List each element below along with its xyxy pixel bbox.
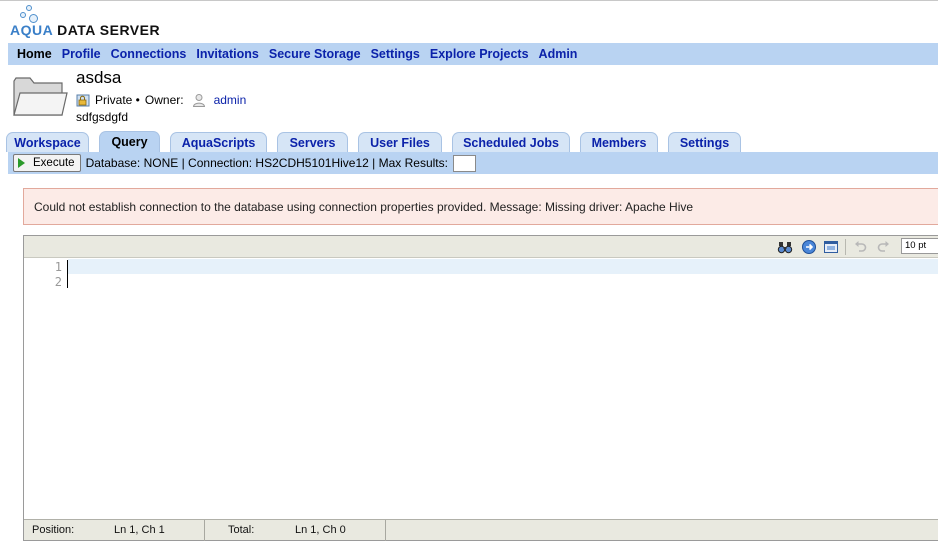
- private-lock-icon: [76, 94, 90, 107]
- nav-settings[interactable]: Settings: [366, 47, 425, 61]
- active-line-highlight: [68, 259, 938, 274]
- nav-profile[interactable]: Profile: [57, 47, 106, 61]
- play-icon: [18, 158, 25, 168]
- project-meta: Private • Owner: admin: [76, 93, 246, 107]
- nav-connections[interactable]: Connections: [106, 47, 192, 61]
- user-icon: [192, 94, 205, 107]
- font-size-select[interactable]: 10 pt: [901, 238, 938, 254]
- execute-label: Execute: [33, 157, 75, 169]
- tab-query[interactable]: Query: [99, 131, 160, 152]
- max-results-input[interactable]: [452, 154, 476, 172]
- page: AQUA DATA SERVER Home Profile Connection…: [0, 0, 938, 558]
- editor-toolbar: 10 pt: [24, 236, 938, 258]
- nav-secure-storage[interactable]: Secure Storage: [264, 47, 366, 61]
- fullscreen-icon[interactable]: [823, 239, 839, 255]
- owner-label: Owner:: [144, 93, 184, 107]
- execute-button[interactable]: Execute: [13, 154, 81, 172]
- goto-icon[interactable]: [801, 239, 817, 255]
- aqua-logo[interactable]: AQUA DATA SERVER: [10, 5, 180, 38]
- query-toolbar: Execute Database: NONE | Connection: HS2…: [8, 152, 938, 174]
- query-info: Database: NONE | Connection: HS2CDH5101H…: [85, 156, 448, 170]
- toolbar-separator: [845, 239, 846, 255]
- sql-editor[interactable]: 10 pt 1 2 Position: Ln 1, Ch 1 Total: Ln…: [23, 235, 938, 541]
- tab-scheduled-jobs[interactable]: Scheduled Jobs: [452, 132, 570, 152]
- project-title: asdsa: [76, 68, 122, 87]
- project-tabs: Workspace Query AquaScripts Servers User…: [6, 131, 751, 152]
- folder-icon: [13, 77, 68, 116]
- nav-home[interactable]: Home: [12, 47, 57, 61]
- redo-icon[interactable]: [876, 239, 892, 255]
- line-number: 2: [54, 275, 62, 289]
- undo-icon[interactable]: [852, 239, 868, 255]
- nav-admin[interactable]: Admin: [534, 47, 583, 61]
- total-value: Ln 1, Ch 0: [295, 524, 346, 536]
- tab-servers[interactable]: Servers: [277, 132, 348, 152]
- tab-members[interactable]: Members: [580, 132, 658, 152]
- text-caret: [67, 260, 68, 288]
- visibility-label: Private •: [95, 93, 140, 107]
- tab-workspace[interactable]: Workspace: [6, 132, 89, 152]
- tab-settings[interactable]: Settings: [668, 132, 741, 152]
- error-message: Could not establish connection to the da…: [23, 188, 938, 225]
- main-nav: Home Profile Connections Invitations Sec…: [8, 43, 938, 65]
- line-number-gutter: 1 2: [24, 259, 68, 521]
- tab-aquascripts[interactable]: AquaScripts: [170, 132, 267, 152]
- nav-explore-projects[interactable]: Explore Projects: [425, 47, 534, 61]
- position-label: Position:: [32, 524, 75, 536]
- project-description: sdfgsdgfd: [76, 110, 129, 124]
- status-separator: [385, 520, 386, 541]
- line-number: 1: [54, 260, 62, 274]
- position-value: Ln 1, Ch 1: [114, 524, 165, 536]
- total-label: Total:: [228, 524, 255, 536]
- nav-invitations[interactable]: Invitations: [191, 47, 264, 61]
- logo-text: AQUA DATA SERVER: [10, 22, 161, 38]
- tab-user-files[interactable]: User Files: [358, 132, 442, 152]
- status-separator: [204, 520, 205, 541]
- editor-status-bar: Position: Ln 1, Ch 1 Total: Ln 1, Ch 0: [24, 519, 938, 541]
- owner-link[interactable]: admin: [214, 93, 247, 107]
- find-icon[interactable]: [777, 239, 793, 255]
